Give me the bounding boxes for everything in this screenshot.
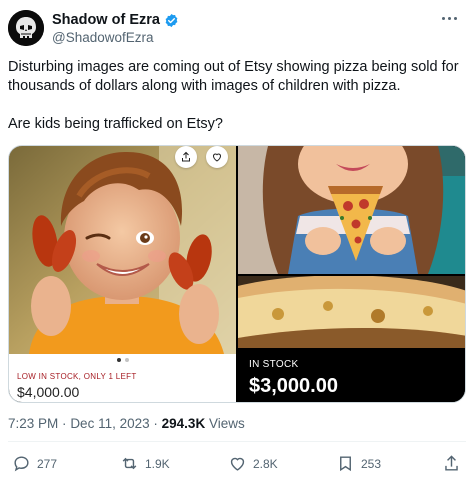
price-label: $4,000.00	[17, 384, 80, 400]
heart-icon[interactable]	[206, 146, 228, 168]
like-count: 2.8K	[253, 456, 278, 471]
bookmark-icon	[336, 454, 355, 473]
share-icon[interactable]	[175, 146, 197, 168]
more-options-icon[interactable]	[442, 12, 462, 24]
boy-with-wings-image	[9, 146, 236, 354]
repost-count: 1.9K	[145, 456, 170, 471]
action-bar: 277 1.9K 2.8K 253	[8, 454, 466, 474]
display-name[interactable]: Shadow of Ezra	[52, 12, 160, 28]
tweet-time[interactable]: 7:23 PM	[8, 416, 58, 431]
meta-separator: ·	[153, 416, 158, 431]
like-icon	[228, 454, 247, 473]
tweet-paragraph: Disturbing images are coming out of Etsy…	[8, 59, 459, 94]
name-row: Shadow of Ezra	[52, 12, 179, 28]
reply-icon	[12, 454, 31, 473]
meta-separator: ·	[62, 416, 67, 431]
reply-button[interactable]: 277	[12, 454, 57, 473]
bookmark-button[interactable]: 253	[336, 454, 381, 473]
user-handle[interactable]: @ShadowofEzra	[52, 30, 154, 45]
repost-icon	[120, 454, 139, 473]
verified-badge-icon	[164, 13, 179, 28]
share-button[interactable]	[442, 454, 461, 473]
listing-screenshot-left[interactable]: LOW IN STOCK, ONLY 1 LEFT $4,000.00	[9, 146, 236, 402]
tweet-paragraph: Are kids being trafficked on Etsy?	[8, 116, 223, 132]
tweet-meta: 7:23 PM · Dec 11, 2023 · 294.3K Views	[8, 416, 245, 431]
tweet-header: Shadow of Ezra @ShadowofEzra	[8, 8, 466, 48]
reply-count: 277	[37, 456, 58, 471]
pizza-closeup-image	[238, 276, 465, 348]
views-label: Views	[208, 416, 245, 431]
views-count: 294.3K	[161, 416, 206, 431]
repost-button[interactable]: 1.9K	[120, 454, 170, 473]
like-button[interactable]: 2.8K	[228, 454, 278, 473]
bookmark-count: 253	[361, 456, 382, 471]
stock-label: IN STOCK	[249, 359, 299, 370]
tweet-media[interactable]: LOW IN STOCK, ONLY 1 LEFT $4,000.00 IN S…	[8, 145, 466, 403]
divider	[8, 441, 466, 442]
price-label: $3,000.00	[249, 375, 338, 397]
stock-label: LOW IN STOCK, ONLY 1 LEFT	[17, 372, 137, 381]
carousel-dots	[9, 358, 236, 362]
tweet-text: Disturbing images are coming out of Etsy…	[8, 58, 466, 134]
truncated-caption	[249, 399, 464, 402]
girl-with-pizza-image	[238, 146, 465, 274]
share-up-icon	[442, 454, 461, 473]
tweet-date[interactable]: Dec 11, 2023	[70, 416, 149, 431]
listing-screenshot-right[interactable]: IN STOCK $3,000.00	[238, 146, 465, 402]
avatar[interactable]	[8, 10, 44, 46]
